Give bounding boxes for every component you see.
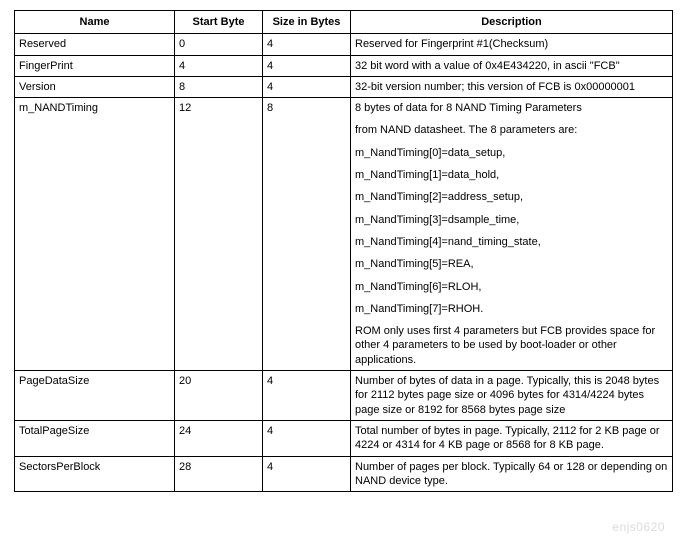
cell-name: m_NANDTiming	[15, 98, 175, 371]
cell-description: Number of pages per block. Typically 64 …	[351, 456, 673, 492]
page: Name Start Byte Size in Bytes Descriptio…	[0, 0, 687, 544]
description-line: Reserved for Fingerprint #1(Checksum)	[355, 37, 668, 51]
cell-name: PageDataSize	[15, 371, 175, 421]
description-line: m_NandTiming[0]=data_setup,	[355, 146, 668, 160]
cell-description: Number of bytes of data in a page. Typic…	[351, 371, 673, 421]
col-header-size: Size in Bytes	[263, 11, 351, 34]
description-line: m_NandTiming[5]=REA,	[355, 257, 668, 271]
description-line: m_NandTiming[4]=nand_timing_state,	[355, 235, 668, 249]
cell-name: SectorsPerBlock	[15, 456, 175, 492]
watermark-text: enjs0620	[612, 520, 665, 534]
cell-start-byte: 20	[175, 371, 263, 421]
fcb-structure-table: Name Start Byte Size in Bytes Descriptio…	[14, 10, 673, 492]
cell-description: Reserved for Fingerprint #1(Checksum)	[351, 34, 673, 55]
cell-description: 8 bytes of data for 8 NAND Timing Parame…	[351, 98, 673, 371]
description-line: ROM only uses first 4 parameters but FCB…	[355, 324, 668, 367]
cell-name: TotalPageSize	[15, 420, 175, 456]
table-row: Reserved04 Reserved for Fingerprint #1(Ch…	[15, 34, 673, 55]
cell-name: FingerPrint	[15, 55, 175, 76]
cell-start-byte: 0	[175, 34, 263, 55]
cell-size-bytes: 4	[263, 34, 351, 55]
cell-size-bytes: 4	[263, 371, 351, 421]
cell-description: 32-bit version number; this version of F…	[351, 76, 673, 97]
description-line: 32 bit word with a value of 0x4E434220, …	[355, 59, 668, 73]
cell-size-bytes: 4	[263, 76, 351, 97]
cell-description: Total number of bytes in page. Typically…	[351, 420, 673, 456]
table-row: Version84 32-bit version number; this ver…	[15, 76, 673, 97]
description-line: m_NandTiming[7]=RHOH.	[355, 302, 668, 316]
description-line: m_NandTiming[1]=data_hold,	[355, 168, 668, 182]
description-line: 8 bytes of data for 8 NAND Timing Parame…	[355, 101, 668, 115]
cell-name: Version	[15, 76, 175, 97]
cell-description: 32 bit word with a value of 0x4E434220, …	[351, 55, 673, 76]
col-header-desc: Description	[351, 11, 673, 34]
cell-start-byte: 4	[175, 55, 263, 76]
description-line: Number of bytes of data in a page. Typic…	[355, 374, 668, 417]
table-row: FingerPrint4432 bit word with a value of…	[15, 55, 673, 76]
table-row: TotalPageSize244Total number of bytes in…	[15, 420, 673, 456]
description-line: Total number of bytes in page. Typically…	[355, 424, 668, 453]
description-line: m_NandTiming[3]=dsample_time,	[355, 213, 668, 227]
table-row: PageDataSize204Number of bytes of data i…	[15, 371, 673, 421]
table-header-row: Name Start Byte Size in Bytes Descriptio…	[15, 11, 673, 34]
cell-size-bytes: 4	[263, 55, 351, 76]
cell-size-bytes: 8	[263, 98, 351, 371]
description-line: from NAND datasheet. The 8 parameters ar…	[355, 123, 668, 137]
cell-start-byte: 24	[175, 420, 263, 456]
table-body: Reserved04Reserved for Fingerprint #1(Ch…	[15, 34, 673, 492]
description-line: 32-bit version number; this version of F…	[355, 80, 668, 94]
cell-size-bytes: 4	[263, 456, 351, 492]
cell-start-byte: 12	[175, 98, 263, 371]
description-line: m_NandTiming[6]=RLOH,	[355, 280, 668, 294]
col-header-name: Name	[15, 11, 175, 34]
description-line: m_NandTiming[2]=address_setup,	[355, 190, 668, 204]
table-header: Name Start Byte Size in Bytes Descriptio…	[15, 11, 673, 34]
col-header-start: Start Byte	[175, 11, 263, 34]
table-row: m_NANDTiming128 8 bytes of data for 8 NAN…	[15, 98, 673, 371]
cell-name: Reserved	[15, 34, 175, 55]
description-line: Number of pages per block. Typically 64 …	[355, 460, 668, 489]
cell-start-byte: 8	[175, 76, 263, 97]
cell-size-bytes: 4	[263, 420, 351, 456]
cell-start-byte: 28	[175, 456, 263, 492]
table-row: SectorsPerBlock284Number of pages per bl…	[15, 456, 673, 492]
